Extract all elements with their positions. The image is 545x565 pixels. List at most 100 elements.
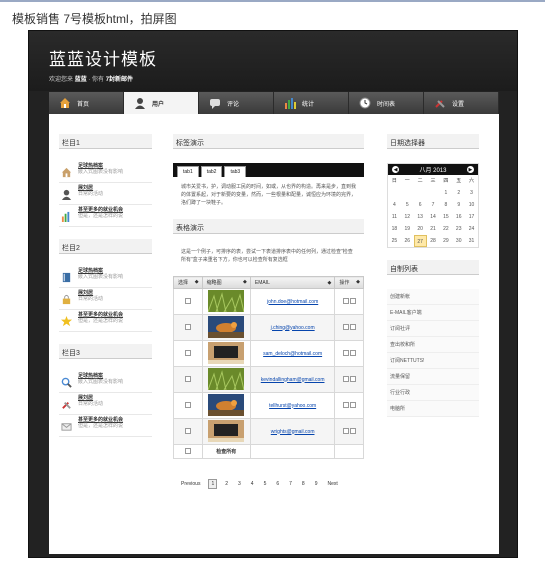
- sidebar-item[interactable]: 足球热档案 嵌入式图表没有影响: [59, 163, 152, 183]
- list-item[interactable]: 电脑所: [387, 401, 479, 417]
- edit-icon[interactable]: [342, 401, 349, 408]
- page-link[interactable]: Previous: [179, 480, 202, 488]
- row-checkbox[interactable]: [184, 349, 191, 356]
- nav-item-1[interactable]: 用户: [124, 92, 199, 114]
- calendar-day[interactable]: 30: [452, 235, 465, 247]
- tab-tab3[interactable]: tab3: [224, 166, 247, 177]
- page-link[interactable]: 5: [262, 480, 269, 488]
- tab-tab1[interactable]: tab1: [177, 166, 199, 177]
- username[interactable]: 蓝蓝: [75, 77, 87, 83]
- column-header[interactable]: 选择 ◆: [173, 276, 203, 289]
- calendar-day[interactable]: 26: [401, 235, 414, 247]
- calendar-day[interactable]: 11: [388, 211, 401, 223]
- calendar-day[interactable]: 22: [439, 223, 452, 235]
- sidebar-item[interactable]: 甚至更多的就业机会 但是，还是怎样的说: [59, 207, 152, 227]
- calendar-day[interactable]: 13: [414, 211, 427, 223]
- calendar-day[interactable]: 21: [427, 223, 440, 235]
- mail-count-link[interactable]: 7封新邮件: [106, 77, 133, 83]
- calendar-day[interactable]: 15: [439, 211, 452, 223]
- edit-icon[interactable]: [342, 323, 349, 330]
- edit-icon[interactable]: [342, 297, 349, 304]
- calendar-day[interactable]: 4: [388, 199, 401, 211]
- nav-item-3[interactable]: 统计: [274, 92, 349, 114]
- sidebar-item[interactable]: 展刘居 日常的活动: [59, 290, 152, 310]
- edit-icon[interactable]: [342, 427, 349, 434]
- delete-icon[interactable]: [349, 297, 356, 304]
- delete-icon[interactable]: [349, 427, 356, 434]
- calendar-day[interactable]: 28: [427, 235, 440, 247]
- calendar-day[interactable]: 6: [414, 199, 427, 211]
- delete-icon[interactable]: [349, 401, 356, 408]
- delete-icon[interactable]: [349, 323, 356, 330]
- calendar-day[interactable]: 24: [465, 223, 478, 235]
- sidebar-item[interactable]: 甚至更多的就业机会 但是，还是怎样的说: [59, 312, 152, 332]
- email-link[interactable]: tellhurst@yahoo.com: [269, 403, 316, 409]
- list-item[interactable]: 流量保留: [387, 369, 479, 385]
- delete-icon[interactable]: [349, 349, 356, 356]
- page-link[interactable]: 4: [249, 480, 256, 488]
- page-link[interactable]: 3: [236, 480, 243, 488]
- calendar-day[interactable]: 10: [465, 199, 478, 211]
- email-link[interactable]: john.doe@hotmail.com: [267, 299, 318, 305]
- delete-icon[interactable]: [349, 375, 356, 382]
- calendar-day[interactable]: 18: [388, 223, 401, 235]
- page-link[interactable]: 1: [208, 479, 218, 489]
- calendar-day[interactable]: 9: [452, 199, 465, 211]
- page-link[interactable]: 9: [313, 480, 320, 488]
- calendar-day[interactable]: 5: [401, 199, 414, 211]
- nav-item-2[interactable]: 评论: [199, 92, 274, 114]
- sidebar-item[interactable]: 展刘居 日常的活动: [59, 395, 152, 415]
- row-checkbox[interactable]: [184, 323, 191, 330]
- column-header[interactable]: EMAIL ◆: [249, 276, 336, 289]
- nav-item-0[interactable]: 首页: [49, 92, 124, 114]
- calendar-day[interactable]: 31: [465, 235, 478, 247]
- calendar-day[interactable]: 14: [427, 211, 440, 223]
- calendar-day[interactable]: 8: [439, 199, 452, 211]
- sidebar-item[interactable]: 展刘居 日常的活动: [59, 185, 152, 205]
- calendar-day[interactable]: 19: [401, 223, 414, 235]
- calendar-day[interactable]: 20: [414, 223, 427, 235]
- calendar-day[interactable]: 29: [439, 235, 452, 247]
- sidebar-item[interactable]: 甚至更多的就业机会 但是，还是怎样的说: [59, 417, 152, 437]
- calendar-day[interactable]: 23: [452, 223, 465, 235]
- email-link[interactable]: wrights@gmail.com: [271, 429, 315, 435]
- calendar-day[interactable]: 17: [465, 211, 478, 223]
- email-link[interactable]: kevindallingham@gmail.com: [261, 377, 325, 383]
- calendar-day[interactable]: 2: [452, 187, 465, 199]
- row-checkbox[interactable]: [184, 427, 191, 434]
- row-checkbox[interactable]: [184, 375, 191, 382]
- calendar-day[interactable]: 1: [439, 187, 452, 199]
- prev-month-icon[interactable]: ◀: [392, 166, 399, 173]
- nav-item-4[interactable]: 时间表: [349, 92, 424, 114]
- page-link[interactable]: 2: [223, 480, 230, 488]
- list-item[interactable]: 行业行政: [387, 385, 479, 401]
- row-checkbox[interactable]: [184, 401, 191, 408]
- row-checkbox[interactable]: [184, 297, 191, 304]
- calendar-day[interactable]: 25: [388, 235, 401, 247]
- edit-icon[interactable]: [342, 349, 349, 356]
- email-link[interactable]: j.ching@yahoo.com: [271, 325, 315, 331]
- next-month-icon[interactable]: ▶: [466, 166, 474, 173]
- list-item[interactable]: E-MAIL客户端: [387, 305, 479, 321]
- calendar-day[interactable]: 27: [413, 235, 427, 247]
- tab-tab2[interactable]: tab2: [200, 166, 223, 177]
- calendar-day[interactable]: 16: [452, 211, 465, 223]
- nav-item-5[interactable]: 设置: [424, 92, 499, 114]
- page-link[interactable]: 7: [287, 480, 294, 488]
- list-item[interactable]: 订阅社评: [387, 321, 479, 337]
- list-item[interactable]: 创建新帐: [387, 289, 479, 305]
- column-header[interactable]: 缩略图 ◆: [201, 276, 251, 289]
- page-link[interactable]: Next: [325, 480, 339, 488]
- list-item[interactable]: 查出校和所: [387, 337, 479, 353]
- page-link[interactable]: 6: [274, 480, 281, 488]
- column-header[interactable]: 操作 ◆: [334, 276, 364, 289]
- calendar-day[interactable]: 3: [465, 187, 478, 199]
- sidebar-item[interactable]: 足球热档案 嵌入式图表没有影响: [59, 268, 152, 288]
- sidebar-item[interactable]: 足球热档案 嵌入式图表没有影响: [59, 373, 152, 393]
- list-item[interactable]: 订阅NETTUTS!: [387, 353, 479, 369]
- page-link[interactable]: 8: [300, 480, 307, 488]
- edit-icon[interactable]: [342, 375, 349, 382]
- calendar-day[interactable]: 7: [427, 199, 440, 211]
- email-link[interactable]: sam_deloch@hotmail.com: [263, 351, 322, 357]
- check-all-checkbox[interactable]: [184, 447, 191, 454]
